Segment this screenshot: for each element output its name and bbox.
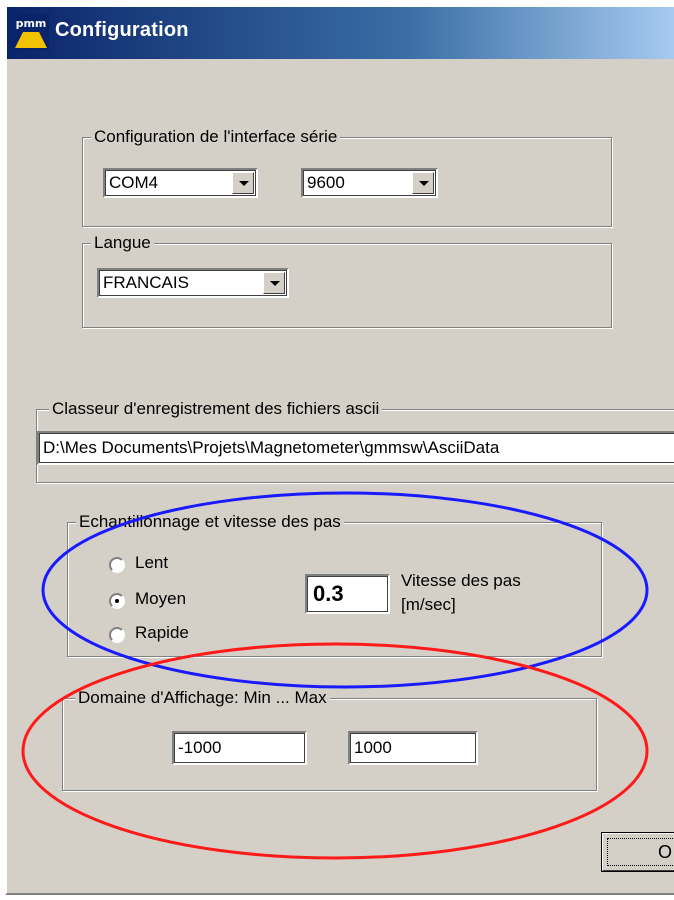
baud-rate-value: 9600: [307, 173, 345, 192]
speed-value: 0.3: [313, 581, 344, 606]
ascii-folder-path-input[interactable]: D:\Mes Documents\Projets\Magnetometer\gm…: [37, 431, 674, 465]
configuration-window: pmm Configuration Configuration de l'int…: [5, 5, 674, 895]
display-range-legend: Domaine d'Affichage: Min ... Max: [75, 688, 330, 708]
serial-config-legend: Configuration de l'interface série: [91, 127, 341, 147]
language-group: Langue FRANCAIS: [82, 233, 612, 328]
speed-label: Vitesse des pas: [401, 571, 521, 590]
com-port-select[interactable]: COM4: [103, 168, 258, 198]
ascii-folder-group: Classeur d'enregistrement des fichiers a…: [36, 399, 674, 483]
baud-rate-select[interactable]: 9600: [301, 168, 438, 198]
radio-rapide[interactable]: [109, 627, 125, 643]
com-port-dropdown-button[interactable]: [232, 172, 254, 194]
baud-rate-dropdown-button[interactable]: [412, 172, 434, 194]
language-value: FRANCAIS: [103, 273, 189, 292]
title-bar[interactable]: pmm Configuration: [7, 7, 674, 59]
display-max-input[interactable]: 1000: [348, 731, 478, 765]
window-title: Configuration: [55, 19, 189, 41]
radio-rapide-label: Rapide: [135, 623, 189, 642]
language-select[interactable]: FRANCAIS: [97, 268, 289, 298]
radio-moyen[interactable]: [109, 593, 125, 609]
language-legend: Langue: [91, 233, 154, 253]
speed-unit-label: [m/sec]: [401, 595, 456, 614]
speed-input[interactable]: 0.3: [305, 574, 390, 614]
svg-text:pmm: pmm: [16, 17, 47, 30]
serial-config-group: Configuration de l'interface série COM4 …: [82, 127, 612, 227]
sampling-group: Echantillonnage et vitesse des pas Lent …: [67, 512, 602, 657]
display-min-input[interactable]: -1000: [172, 731, 307, 765]
display-range-group: Domaine d'Affichage: Min ... Max -1000 1…: [62, 688, 597, 791]
radio-lent[interactable]: [109, 557, 125, 573]
app-logo-icon: pmm: [13, 14, 49, 50]
sampling-legend: Echantillonnage et vitesse des pas: [76, 512, 344, 532]
ok-button-label: O: [658, 842, 673, 862]
ascii-folder-legend: Classeur d'enregistrement des fichiers a…: [49, 399, 383, 419]
radio-lent-label: Lent: [135, 553, 169, 572]
ok-button[interactable]: O: [601, 832, 674, 872]
language-dropdown-button[interactable]: [263, 272, 285, 294]
radio-moyen-label: Moyen: [135, 589, 187, 608]
com-port-value: COM4: [109, 173, 159, 192]
